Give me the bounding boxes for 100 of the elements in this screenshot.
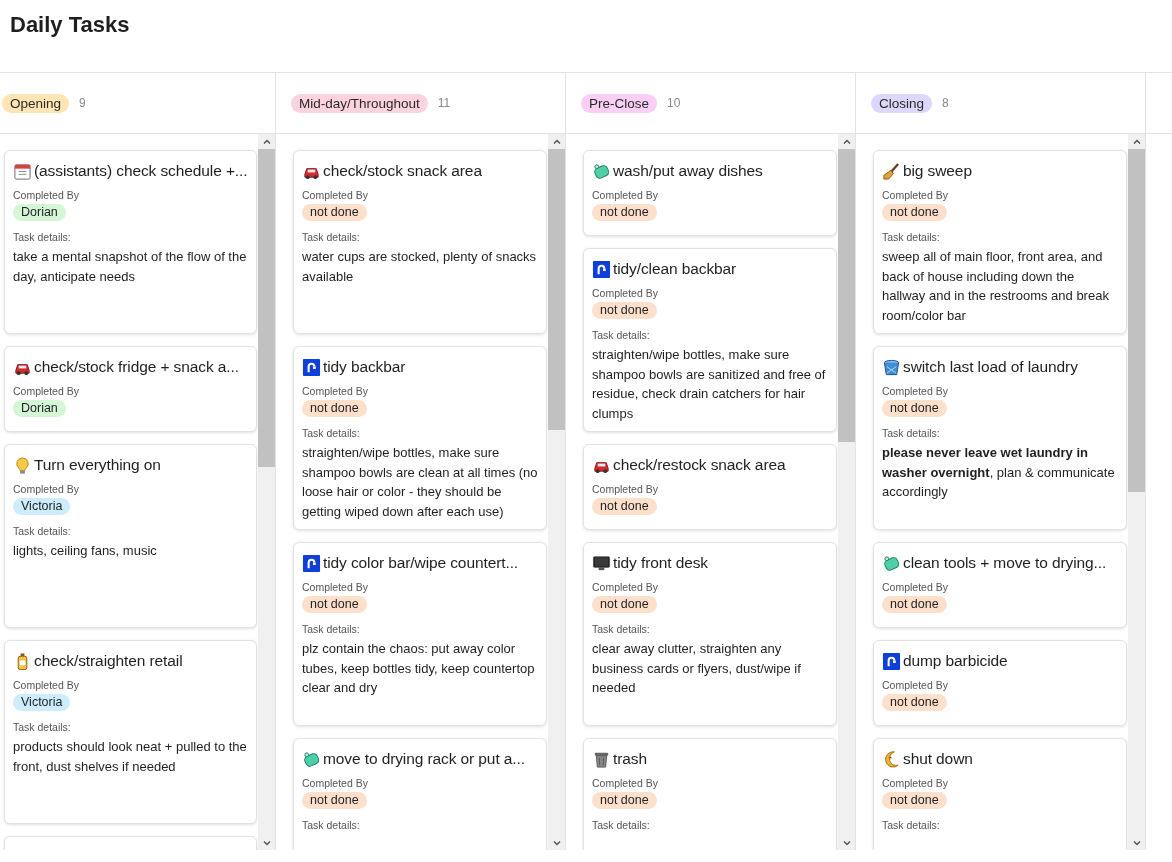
field-label: Completed By: [13, 679, 80, 692]
task-details: water cups are stocked, plenty of snacks available: [302, 248, 538, 286]
field-label: Task details:: [302, 623, 361, 636]
field-label: Task details:: [302, 231, 361, 244]
task-title: check/stock snack area: [323, 162, 482, 180]
scroll-thumb[interactable]: [1128, 149, 1145, 492]
task-card[interactable]: clean tools + move to drying... Completed By not done: [873, 542, 1127, 628]
assignee-tag: not done: [882, 792, 947, 809]
task-details: clear away clutter, straighten any business cards or flyers, dust/wipe if needed: [592, 640, 802, 697]
task-card[interactable]: tidy front desk Completed By not done Task details: clear away clutter, straighten any business cards or flyers, dust/wipe if needed: [583, 542, 837, 726]
assignee-tag: not done: [592, 498, 657, 515]
card-count: 11: [437, 96, 451, 110]
task-title: trash: [613, 750, 647, 768]
broom-icon: [882, 161, 901, 181]
field-label: Task details:: [592, 329, 651, 342]
faucet-icon: [592, 259, 611, 279]
task-card[interactable]: move to drying rack or put a... Completed By not done Task details:: [293, 738, 547, 850]
task-card[interactable]: big sweep Completed By not done Task details: sweep all of main floor, front area, and back of house including down the hallway and in the restrooms and break room/color bar: [873, 150, 1127, 334]
faucet-icon: [882, 651, 901, 671]
task-title: move to drying rack or put a...: [323, 750, 525, 768]
task-card[interactable]: check/stock fridge + snack a... Completed By Dorian: [4, 346, 257, 432]
field-label: Task details:: [302, 819, 361, 832]
task-card[interactable]: switch last load of laundry Completed By not done Task details: please never leave wet laundry in washer overnight, plan & communicate accordingly: [873, 346, 1127, 530]
field-label: Completed By: [882, 385, 949, 398]
task-card[interactable]: tidy backbar Completed By not done Task details: straighten/wipe bottles, make sure shampoo bowls are clean at all times (no loose hair or color - they should be getting wiped down after each use): [293, 346, 547, 530]
monitor-icon: [592, 553, 611, 573]
assignee-tag: Dorian: [13, 204, 66, 221]
task-details: straighten/wipe bottles, make sure shampoo bowls are sanitized and free of residue, check drain catchers for hair clumps: [592, 346, 827, 423]
field-label: Completed By: [592, 483, 659, 496]
field-label: Completed By: [882, 189, 949, 202]
card-count: 8: [942, 96, 949, 110]
task-card[interactable]: tidy/clean backbar Completed By not done Task details: straighten/wipe bottles, make sure shampoo bowls are sanitized and free of residue, check drain catchers for hair clumps: [583, 248, 837, 432]
field-label: Completed By: [13, 385, 80, 398]
task-card[interactable]: trash Completed By not done Task details:: [583, 738, 837, 850]
task-card[interactable]: check/straighten retail Completed By Victoria Task details: products should look neat + pulled to the front, dust shelves if needed: [4, 640, 257, 824]
task-title: tidy backbar: [323, 358, 406, 376]
task-title: shut down: [903, 750, 973, 768]
assignee-tag: not done: [592, 596, 657, 613]
field-label: Task details:: [13, 721, 72, 734]
assignee-tag: not done: [592, 204, 657, 221]
assignee-tag: not done: [302, 400, 367, 417]
scrollbar[interactable]: [548, 134, 565, 850]
task-title: big sweep: [903, 162, 972, 180]
task-card[interactable]: wash/put away dishes Completed By not done: [583, 150, 837, 236]
assignee-tag: not done: [882, 596, 947, 613]
assignee-tag: Victoria: [13, 694, 71, 711]
assignee-tag: not done: [882, 400, 947, 417]
assignee-tag: not done: [882, 694, 947, 711]
card-count: 9: [79, 96, 86, 110]
card-count: 10: [667, 96, 681, 110]
assignee-tag: not done: [302, 596, 367, 613]
task-title: tidy color bar/wipe countert...: [323, 554, 519, 572]
task-card[interactable]: check/restock snack area Completed By not done: [583, 444, 837, 530]
task-details: please never leave wet laundry in washer overnight, plan & communicate accordingly: [882, 444, 1116, 501]
assignee-tag: not done: [592, 792, 657, 809]
assignee-tag: Victoria: [13, 498, 71, 515]
column-label[interactable]: Opening: [2, 93, 70, 113]
field-label: Completed By: [302, 385, 369, 398]
field-label: Completed By: [592, 581, 659, 594]
field-label: Completed By: [13, 189, 80, 202]
moon-icon: [882, 749, 901, 769]
light-bulb-icon: [13, 455, 32, 475]
bucket-icon: [882, 357, 901, 377]
task-card[interactable]: tidy color bar/wipe countert... Completed By not done Task details: plz contain the chaos: put away color tubes, keep bottles tidy, keep countertop clear and dry: [293, 542, 547, 726]
task-details: straighten/wipe bottles, make sure shampoo bowls are clean at all times (no loose hair or color - they should be getting wiped down after each use): [302, 444, 538, 521]
task-title: check/straighten retail: [34, 652, 183, 670]
field-label: Completed By: [302, 777, 369, 790]
task-title: tidy/clean backbar: [613, 260, 737, 278]
task-details: sweep all of main floor, front area, and back of house including down the hallway and in the restrooms and break room/color bar: [882, 248, 1110, 325]
field-label: Task details:: [592, 623, 651, 636]
field-label: Completed By: [592, 287, 659, 300]
field-label: Task details:: [592, 819, 651, 832]
task-card[interactable]: check/stock snack area Completed By not done Task details: water cups are stocked, plenty of snacks available: [293, 150, 547, 334]
scrollbar[interactable]: [838, 134, 855, 850]
calendar-icon: [13, 161, 32, 181]
column-label[interactable]: Pre-Close: [581, 93, 658, 113]
scroll-thumb[interactable]: [838, 149, 855, 442]
task-card[interactable]: Turn everything on Completed By Victoria Task details: lights, ceiling fans, music: [4, 444, 257, 628]
scroll-thumb[interactable]: [258, 149, 275, 467]
task-title: dump barbicide: [903, 652, 1008, 670]
field-label: Task details:: [302, 427, 361, 440]
scrollbar[interactable]: [258, 134, 275, 850]
field-label: Task details:: [882, 231, 941, 244]
field-label: Completed By: [592, 777, 659, 790]
scroll-thumb[interactable]: [548, 149, 565, 430]
column-label[interactable]: Mid-day/Throughout: [291, 93, 428, 113]
field-label: Completed By: [882, 679, 949, 692]
column-label[interactable]: Closing: [871, 93, 933, 113]
assignee-tag: not done: [302, 204, 367, 221]
field-label: Completed By: [13, 483, 80, 496]
task-card[interactable]: (assistants) check schedule +... Completed By Dorian Task details: take a mental snapshot of the flow of the day, anticipate needs: [4, 150, 257, 334]
field-label: Task details:: [882, 819, 941, 832]
task-details: lights, ceiling fans, music: [13, 542, 158, 560]
task-card[interactable]: shut down Completed By not done Task details:: [873, 738, 1127, 850]
assignee-tag: not done: [302, 792, 367, 809]
task-details: take a mental snapshot of the flow of the day, anticipate needs: [13, 248, 248, 286]
task-card[interactable]: dump barbicide Completed By not done: [873, 640, 1127, 726]
assignee-tag: not done: [882, 204, 947, 221]
field-label: Task details:: [13, 525, 72, 538]
scrollbar[interactable]: [1128, 134, 1145, 850]
